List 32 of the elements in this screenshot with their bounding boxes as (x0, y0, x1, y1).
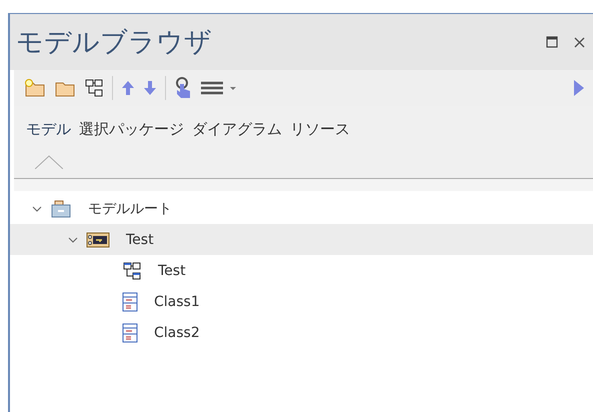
tab[interactable]: 選択パッケージ (79, 116, 184, 168)
tree-item-label: Class2 (154, 324, 200, 340)
menu-icon[interactable] (200, 80, 238, 96)
diagram-icon[interactable] (84, 78, 104, 98)
tab[interactable]: モデル (26, 116, 71, 168)
folder-icon (50, 198, 72, 218)
diagram-icon (122, 260, 142, 280)
tree-item[interactable]: Test (10, 224, 593, 255)
tree-item-label: Test (158, 262, 186, 278)
tree-item-label: Test (126, 232, 154, 248)
tab-indicator-icon (34, 155, 62, 169)
class-icon (122, 292, 138, 312)
tree-item[interactable]: Test (10, 255, 593, 286)
tree-item[interactable]: Class2 (10, 317, 593, 348)
tree-item-label: Class1 (154, 294, 200, 310)
window-title: モデルブラウザ (16, 26, 213, 60)
up-arrow-icon[interactable] (121, 79, 135, 97)
tree-item-label: モデルルート (88, 200, 172, 218)
close-icon[interactable] (574, 36, 585, 48)
new-folder-icon[interactable] (24, 78, 46, 98)
tree-item[interactable]: モデルルート (10, 193, 593, 224)
tab[interactable]: リソース (290, 116, 350, 168)
down-arrow-icon[interactable] (143, 79, 157, 97)
chevron-icon[interactable] (32, 204, 42, 214)
package-icon (86, 230, 110, 248)
hand-icon[interactable] (174, 77, 192, 99)
tree-item[interactable]: Class1 (10, 286, 593, 317)
maximize-icon[interactable] (546, 36, 558, 48)
play-icon[interactable] (573, 79, 585, 97)
tab[interactable]: ダイアグラム (192, 116, 282, 168)
chevron-icon[interactable] (68, 234, 78, 244)
class-icon (122, 322, 138, 342)
